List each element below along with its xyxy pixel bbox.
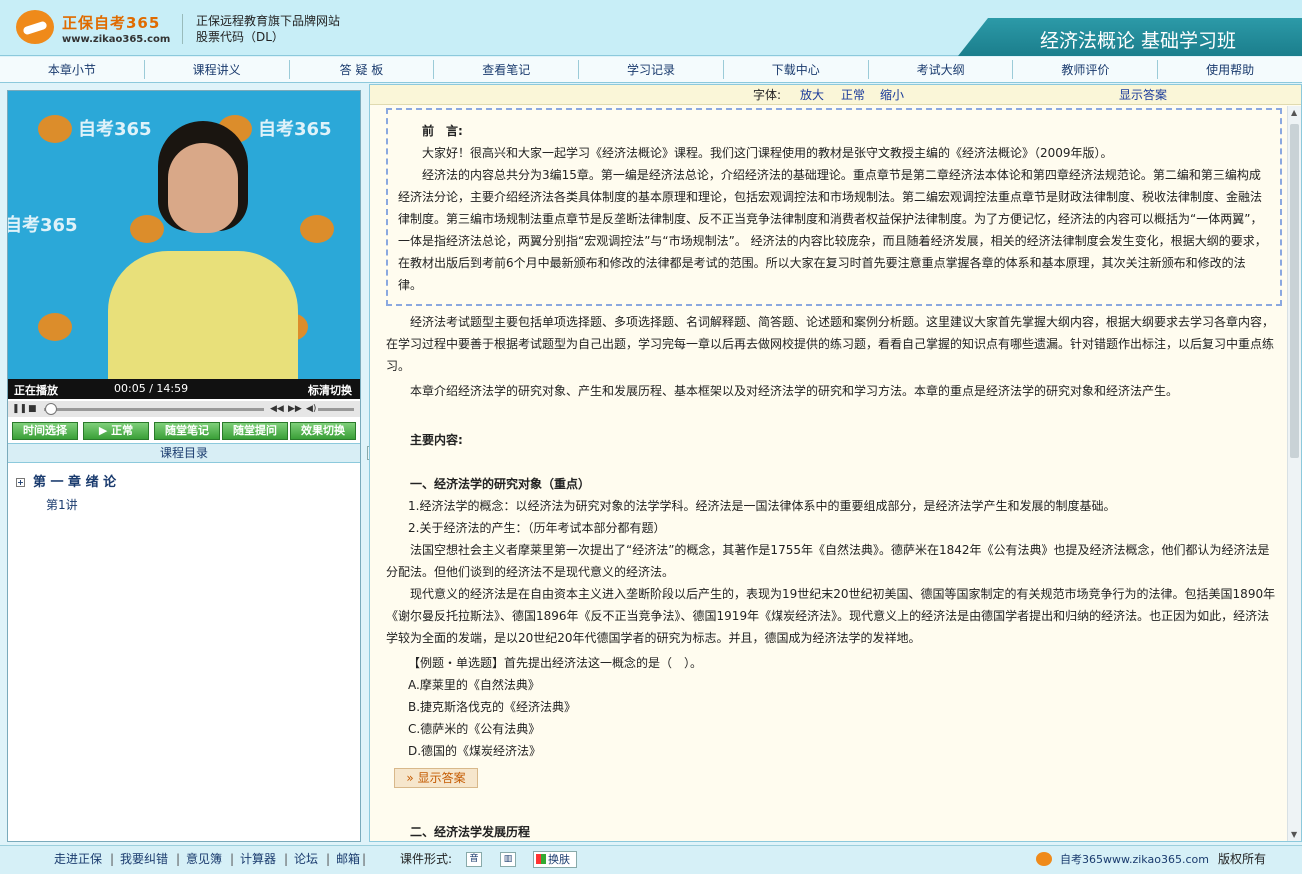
rewind-icon[interactable]: ◀◀ xyxy=(270,404,284,414)
stop-icon[interactable]: ■ xyxy=(28,404,37,414)
course-title: 经济法概论 基础学习班 xyxy=(1040,30,1237,52)
nav-teacher-rating[interactable]: 教师评价 xyxy=(1013,60,1159,79)
class-notes-button[interactable]: 随堂笔记 xyxy=(154,422,220,440)
nav-download-center[interactable]: 下载中心 xyxy=(724,60,869,79)
toc-chapter[interactable]: + 第 一 章 绪 论 xyxy=(16,471,116,490)
site-logo[interactable]: 正保自考365 www.zikao365.com xyxy=(16,8,176,48)
main-content-heading: 主要内容: xyxy=(410,433,463,447)
play-status: 正在播放 xyxy=(14,384,58,397)
change-skin-button[interactable]: 换肤 xyxy=(533,851,577,868)
scroll-thumb[interactable] xyxy=(1290,124,1299,458)
preface-paragraph: 大家好！很高兴和大家一起学习《经济法概论》课程。我们这门课程使用的教材是张守文教… xyxy=(422,146,1113,160)
courseware-form-label: 课件形式: xyxy=(400,852,453,866)
show-answer-button[interactable]: » 显示答案 xyxy=(394,768,478,788)
font-size-label: 字体: xyxy=(753,88,782,102)
player-button-row: 时间选择 ▶ 正常 随堂笔记 随堂提问 效果切换 xyxy=(8,421,360,441)
footer-link-feedback[interactable]: 意见簿 xyxy=(186,846,222,873)
footer-link-calculator[interactable]: 计算器 xyxy=(240,846,276,873)
stock-code: 股票代码（DL） xyxy=(196,30,284,44)
copyright: 版权所有 xyxy=(1218,852,1267,866)
chapter-intro-paragraph: 本章介绍经济法学的研究对象、产生和发展历程、基本框架以及对经济法学的研究和学习方… xyxy=(410,384,1179,398)
section-heading: 二、经济法学发展历程 xyxy=(410,825,531,839)
volume-slider[interactable] xyxy=(318,408,354,411)
play-time: 00:05 / 14:59 xyxy=(114,382,189,395)
answer-option: A.摩莱里的《自然法典》 xyxy=(408,678,540,692)
normal-speed-button[interactable]: ▶ 正常 xyxy=(83,422,149,440)
answer-option: C.德萨米的《公有法典》 xyxy=(408,722,541,736)
left-panel: 自考365 自考365 自考365 正在播放 00:05 / 14:59 标清切… xyxy=(7,90,361,842)
footer-link-forum[interactable]: 论坛 xyxy=(294,846,318,873)
audio-mode-icon[interactable]: 音 xyxy=(466,852,482,867)
logo-icon xyxy=(16,10,54,44)
font-normal-link[interactable]: 正常 xyxy=(841,85,865,105)
palette-icon xyxy=(536,854,546,864)
tagline: 正保远程教育旗下品牌网站 xyxy=(196,14,341,28)
time-select-button[interactable]: 时间选择 xyxy=(12,422,78,440)
forward-icon[interactable]: ▶▶ xyxy=(288,404,302,414)
footer: 走进正保 | 我要纠错 | 意见簿 | 计算器 | 论坛 | 邮箱 | 课件形式… xyxy=(0,845,1302,874)
pause-icon[interactable]: ❚❚ xyxy=(12,404,27,414)
nav-lecture-notes[interactable]: 课程讲义 xyxy=(145,60,290,79)
nav-help[interactable]: 使用帮助 xyxy=(1158,60,1302,79)
nav-exam-syllabus[interactable]: 考试大纲 xyxy=(869,60,1014,79)
volume-icon[interactable]: ◀) xyxy=(306,404,316,414)
preface-paragraph: 经济法的内容总共分为3编15章。第一编是经济法总论，介绍经济法的基础理论。重点章… xyxy=(398,168,1267,292)
content-scrollbar[interactable]: ▲ ▼ xyxy=(1287,106,1301,841)
watermark-text: 自考365 xyxy=(8,215,78,236)
footer-link-report-error[interactable]: 我要纠错 xyxy=(120,846,168,873)
header: 正保自考365 www.zikao365.com 正保远程教育旗下品牌网站 股票… xyxy=(0,0,1302,56)
answer-option: D.德国的《煤炭经济法》 xyxy=(408,744,542,758)
presenter-image xyxy=(108,121,318,383)
player-controls: ❚❚ ■ ◀◀ ▶▶ ◀) xyxy=(8,401,360,417)
font-shrink-link[interactable]: 缩小 xyxy=(880,85,904,105)
watermark-logo-icon xyxy=(38,313,72,341)
seek-bar[interactable] xyxy=(44,408,264,411)
video-player[interactable]: 自考365 自考365 自考365 xyxy=(8,91,360,383)
section-heading: 一、经济法学的研究对象（重点） xyxy=(410,477,591,491)
layout-mode-icon[interactable]: ▥ xyxy=(500,852,516,867)
class-question-button[interactable]: 随堂提问 xyxy=(222,422,288,440)
footer-logo-icon xyxy=(1036,852,1052,866)
logo-brand: 正保自考365 xyxy=(62,14,161,32)
nav-qa-board[interactable]: 答 疑 板 xyxy=(290,60,435,79)
scroll-up-icon[interactable]: ▲ xyxy=(1291,108,1297,117)
watermark-logo-icon xyxy=(38,115,72,143)
player-status-bar: 正在播放 00:05 / 14:59 标清切换 xyxy=(8,379,360,399)
header-divider xyxy=(182,14,183,44)
quality-switch-button[interactable]: 标清切换 xyxy=(308,382,352,398)
footer-link-about[interactable]: 走进正保 xyxy=(54,846,102,873)
nav-study-record[interactable]: 学习记录 xyxy=(579,60,724,79)
show-all-answers-link[interactable]: 显示答案 xyxy=(1119,85,1167,105)
content-paragraph: 法国空想社会主义者摩莱里第一次提出了“经济法”的概念，其著作是1755年《自然法… xyxy=(386,543,1270,579)
seek-handle[interactable] xyxy=(45,403,58,415)
course-title-banner: 经济法概论 基础学习班 xyxy=(958,18,1302,56)
preface-title: 前 言: xyxy=(422,124,463,138)
lecture-panel: 字体: 放大 正常 缩小 显示答案 前 言: 大家好！很高兴和大家一起学习《经济… xyxy=(369,84,1302,842)
example-question: 【例题・单选题】首先提出经济法这一概念的是（ ）。 xyxy=(408,656,703,670)
content-item: 1.经济法学的概念：以经济法为研究对象的法学学科。经济法是一国法律体系中的重要组… xyxy=(408,499,1116,513)
content-paragraph: 现代意义的经济法是在自由资本主义进入垄断阶段以后产生的，表现为19世纪末20世纪… xyxy=(386,587,1276,645)
lecture-content: 前 言: 大家好！很高兴和大家一起学习《经济法概论》课程。我们这门课程使用的教材… xyxy=(370,106,1287,841)
main-nav: 本章小节 课程讲义 答 疑 板 查看笔记 学习记录 下载中心 考试大纲 教师评价… xyxy=(0,57,1302,83)
effect-switch-button[interactable]: 效果切换 xyxy=(290,422,356,440)
content-item: 2.关于经济法的产生：（历年考试本部分都有题） xyxy=(408,521,666,535)
lecture-toolbar: 字体: 放大 正常 缩小 显示答案 xyxy=(370,85,1301,105)
answer-option: B.捷克斯洛伐克的《经济法典》 xyxy=(408,700,577,714)
logo-url: www.zikao365.com xyxy=(62,34,171,45)
font-enlarge-link[interactable]: 放大 xyxy=(800,85,824,105)
scroll-down-icon[interactable]: ▼ xyxy=(1291,830,1297,839)
nav-chapter-summary[interactable]: 本章小节 xyxy=(0,60,145,79)
expand-icon[interactable]: + xyxy=(16,478,25,487)
exam-types-paragraph: 经济法考试题型主要包括单项选择题、多项选择题、名词解释题、简答题、论述题和案例分… xyxy=(386,315,1275,373)
footer-link-mail[interactable]: 邮箱 xyxy=(336,846,360,873)
toc-lesson[interactable]: 第1讲 xyxy=(46,496,78,513)
preface-box: 前 言: 大家好！很高兴和大家一起学习《经济法概论》课程。我们这门课程使用的教材… xyxy=(386,108,1282,306)
toc-heading: 课程目录 xyxy=(8,443,360,463)
footer-site-link[interactable]: 自考365www.zikao365.com xyxy=(1060,846,1209,873)
nav-view-notes[interactable]: 查看笔记 xyxy=(434,60,580,79)
